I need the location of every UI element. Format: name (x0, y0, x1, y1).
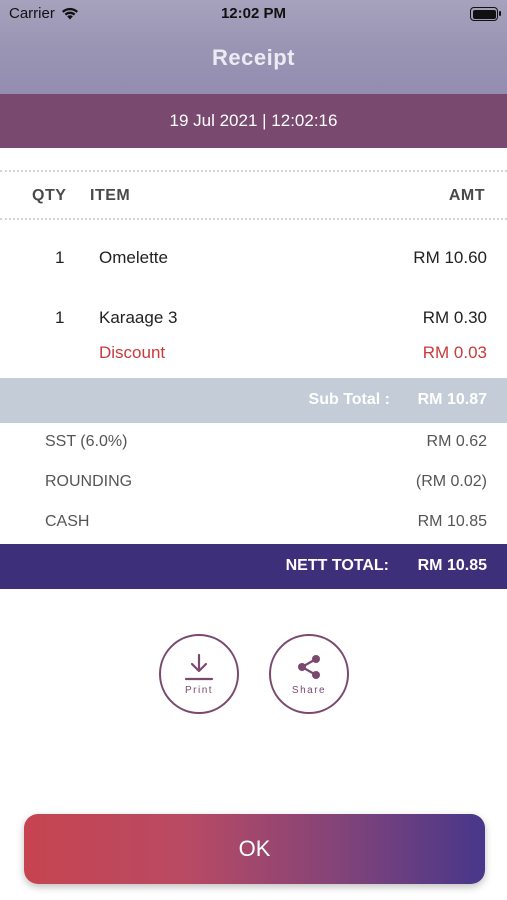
receipt-datetime: 19 Jul 2021 | 12:02:16 (0, 94, 507, 148)
nett-total-amount: RM 10.85 (417, 557, 487, 574)
nett-total-bar: NETT TOTAL: RM 10.85 (0, 544, 507, 589)
status-time: 12:02 PM (220, 5, 287, 22)
qty-column-label: QTY (32, 187, 67, 204)
item-qty: 1 (55, 248, 65, 267)
discount-amount: RM 0.03 (422, 343, 487, 362)
charge-amount: (RM 0.02) (415, 473, 487, 490)
header: Carrier 12:02 PM Receipt (0, 0, 507, 94)
share-icon (298, 654, 320, 679)
item-qty: 1 (55, 308, 65, 327)
item-amount: RM 0.30 (422, 308, 487, 327)
subtotal-bar: Sub Total : RM 10.87 (0, 378, 507, 423)
page-title: Receipt (212, 45, 295, 70)
status-bar: Carrier 12:02 PM (0, 0, 507, 30)
charge-label: SST (6.0%) (45, 433, 128, 450)
amount-column-label: AMT (448, 187, 485, 204)
item-amount: RM 10.60 (413, 248, 487, 267)
print-label: Print (184, 684, 214, 696)
share-label: Share (291, 684, 327, 696)
share-button[interactable]: Share (269, 634, 349, 714)
charge-amount: RM 10.85 (417, 513, 487, 530)
discount-label: Discount (99, 343, 166, 362)
charge-amount: RM 0.62 (426, 433, 487, 450)
charge-label: CASH (45, 513, 90, 530)
download-icon (184, 653, 214, 680)
column-header: QTY ITEM AMT (0, 170, 507, 220)
charge-label: ROUNDING (45, 473, 133, 490)
item-name: Omelette (99, 248, 168, 267)
battery-icon (470, 7, 501, 21)
subtotal-amount: RM 10.87 (417, 391, 487, 408)
item-column-label: ITEM (90, 187, 131, 204)
charge-row-rounding: ROUNDING (RM 0.02) (0, 463, 507, 503)
item-name: Karaage 3 (99, 308, 178, 327)
subtotal-label: Sub Total : (308, 391, 390, 408)
charge-row-sst: SST (6.0%) RM 0.62 (0, 423, 507, 463)
ok-button[interactable]: OK (24, 814, 485, 884)
nett-total-label: NETT TOTAL: (285, 557, 389, 574)
charge-row-cash: CASH RM 10.85 (0, 503, 507, 543)
print-button[interactable]: Print (159, 634, 239, 714)
